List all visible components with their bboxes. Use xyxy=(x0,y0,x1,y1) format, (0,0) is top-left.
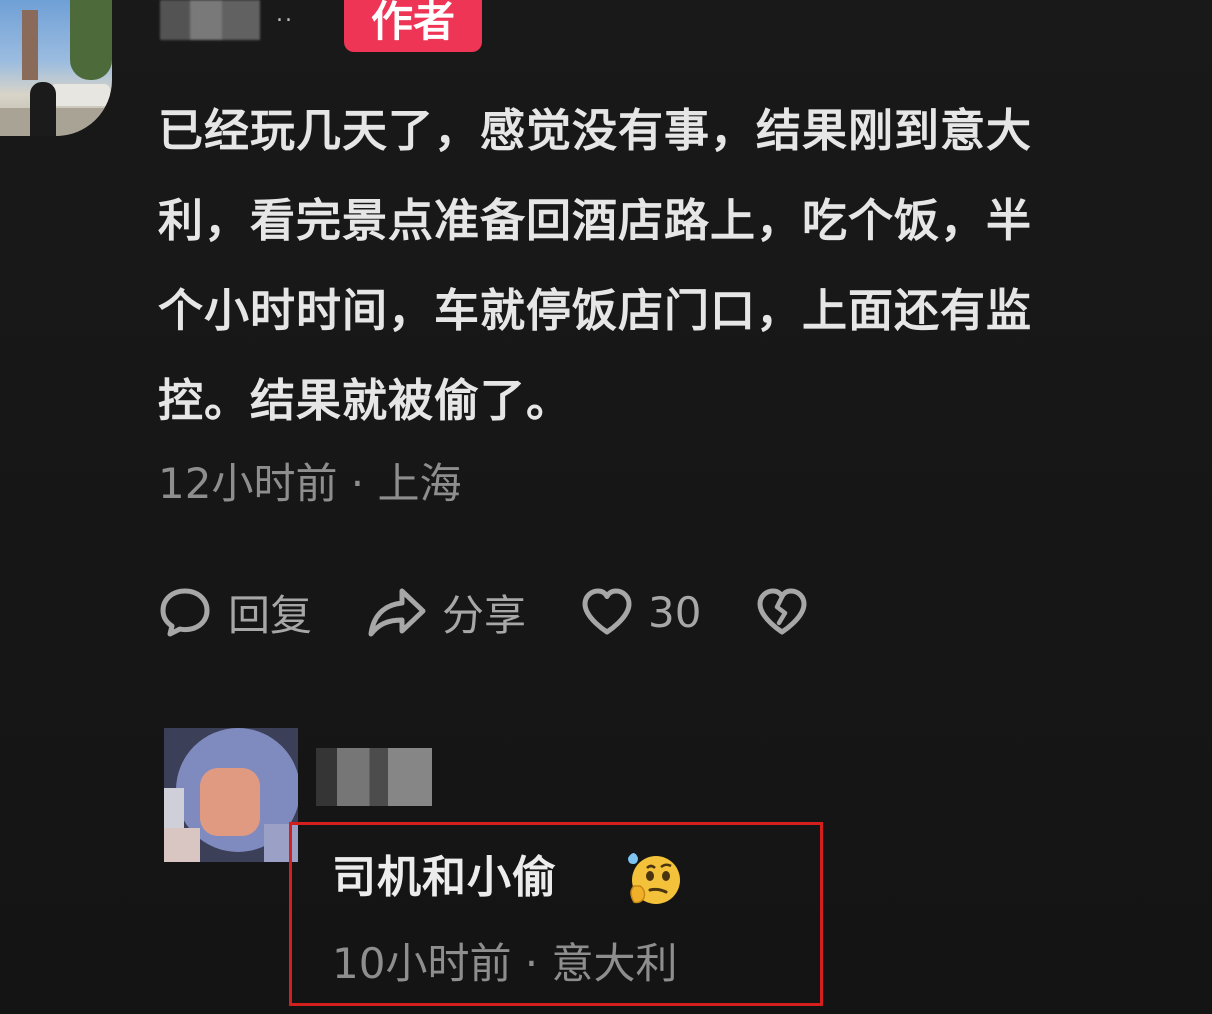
comment-meta: 12小时前 · 上海 xyxy=(158,459,462,508)
reply-text: 司机和小偷 xyxy=(332,852,557,903)
avatar-pixel-block xyxy=(164,788,184,828)
avatar-face-shape xyxy=(200,768,260,836)
avatar-tower-shape xyxy=(22,10,38,80)
comment-line: 控。结果就被偷了。 xyxy=(158,374,573,427)
comment-line: 个小时时间，车就停饭店门口，上面还有监 xyxy=(158,284,1033,337)
share-arrow-icon xyxy=(368,588,426,637)
avatar-person-shape xyxy=(30,82,56,136)
avatar-ground-shape xyxy=(0,108,112,136)
thinking-face-emoji-icon xyxy=(628,853,680,904)
avatar-pixel-block xyxy=(164,828,200,862)
replier-avatar-pixelated[interactable] xyxy=(164,728,298,862)
share-label: 分享 xyxy=(442,590,527,640)
author-username-pixelated[interactable] xyxy=(160,0,260,40)
broken-heart-icon xyxy=(757,588,807,635)
comment-actions: 回复 分享 30 xyxy=(158,582,863,642)
reply-label: 回复 xyxy=(228,590,313,640)
author-avatar[interactable] xyxy=(0,0,112,136)
comment-line: 利，看完景点准备回酒店路上，吃个饭，半 xyxy=(158,194,1033,247)
share-button[interactable]: 分享 xyxy=(366,582,526,643)
like-count: 30 xyxy=(648,587,702,637)
comment-text: 已经玩几天了，感觉没有事，结果刚到意大 利，看完景点准备回酒店路上，吃个饭，半 … xyxy=(158,86,1188,446)
avatar-tree-shape xyxy=(70,0,112,80)
like-button[interactable]: 30 xyxy=(580,587,701,637)
author-badge: 作者 xyxy=(344,0,482,52)
heart-icon xyxy=(582,588,632,635)
avatar-car-shape xyxy=(50,84,110,106)
reply-meta: 10小时前 · 意大利 xyxy=(332,939,678,988)
dislike-button[interactable] xyxy=(755,587,809,637)
author-username-dots: .. xyxy=(276,2,294,27)
speech-bubble-icon xyxy=(160,588,210,637)
comment-line: 已经玩几天了，感觉没有事，结果刚到意大 xyxy=(158,104,1033,157)
reply-button[interactable]: 回复 xyxy=(158,582,312,643)
comment-screen: .. 作者 已经玩几天了，感觉没有事，结果刚到意大 利，看完景点准备回酒店路上，… xyxy=(0,0,1212,1014)
replier-username-pixelated[interactable] xyxy=(316,748,432,806)
